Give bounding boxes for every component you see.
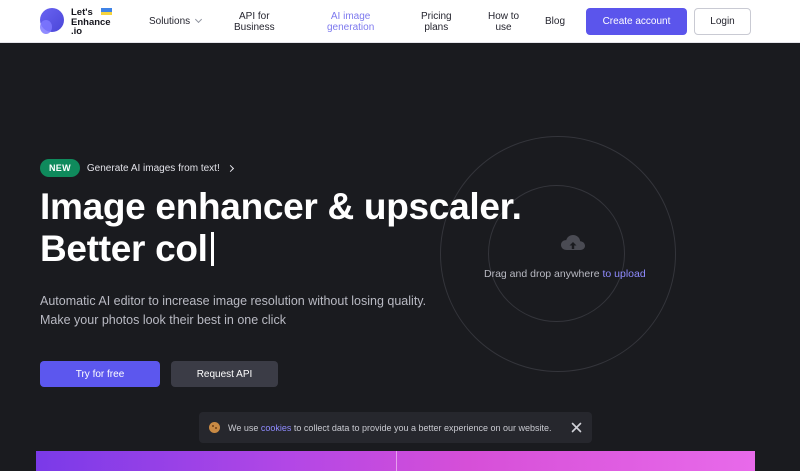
chevron-down-icon xyxy=(195,15,203,24)
nav-api-for-business[interactable]: API for Business xyxy=(234,11,275,33)
comparison-divider[interactable] xyxy=(396,451,397,471)
nav-blog[interactable]: Blog xyxy=(545,16,565,27)
cookie-text-after: to collect data to provide you a better … xyxy=(293,422,552,433)
logo-mark-accent xyxy=(40,20,52,34)
upload-link[interactable]: to upload xyxy=(603,268,646,280)
cookie-consent-bar: We use cookies to collect data to provid… xyxy=(199,412,592,443)
cloud-upload-icon xyxy=(561,235,585,250)
close-icon[interactable] xyxy=(570,421,583,434)
cookie-icon xyxy=(209,422,220,433)
logo[interactable]: Let's Enhance .io xyxy=(40,8,120,36)
nav-pricing-plans[interactable]: Pricing plans xyxy=(421,11,452,33)
cookies-link[interactable]: cookies xyxy=(261,423,292,433)
new-feature-text: Generate AI images from text! xyxy=(86,162,220,174)
nav-how-to-use[interactable]: How to use xyxy=(488,11,519,33)
subtitle-line-2: Make your photos look their best in one … xyxy=(40,313,286,327)
hero-subtitle: Automatic AI editor to increase image re… xyxy=(40,292,426,330)
top-navigation: Let's Enhance .io Solutions API for Busi… xyxy=(0,0,800,43)
new-badge: NEW xyxy=(40,159,80,177)
headline-typing-text: Better col xyxy=(40,228,208,269)
nav-ai-image-generation[interactable]: AI image generation xyxy=(327,11,374,33)
headline-line-1: Image enhancer & upscaler. xyxy=(40,186,522,227)
hero-headline: Image enhancer & upscaler. Better col xyxy=(40,186,522,270)
try-for-free-button[interactable]: Try for free xyxy=(40,361,160,387)
nav-solutions[interactable]: Solutions xyxy=(149,15,203,27)
cookie-text-before: We use xyxy=(228,422,259,433)
typing-cursor xyxy=(210,232,214,266)
cookie-text: We use cookies to collect data to provid… xyxy=(228,423,552,433)
nav-solutions-label: Solutions xyxy=(149,16,191,27)
subtitle-line-1: Automatic AI editor to increase image re… xyxy=(40,294,427,308)
create-account-button[interactable]: Create account xyxy=(586,8,687,35)
request-api-button[interactable]: Request API xyxy=(171,361,278,387)
headline-line-2: Better col xyxy=(40,228,522,270)
login-button[interactable]: Login xyxy=(694,8,751,35)
ukraine-flag-icon xyxy=(101,8,112,15)
chevron-right-icon xyxy=(226,164,234,172)
new-feature-banner[interactable]: NEW Generate AI images from text! xyxy=(40,158,234,178)
